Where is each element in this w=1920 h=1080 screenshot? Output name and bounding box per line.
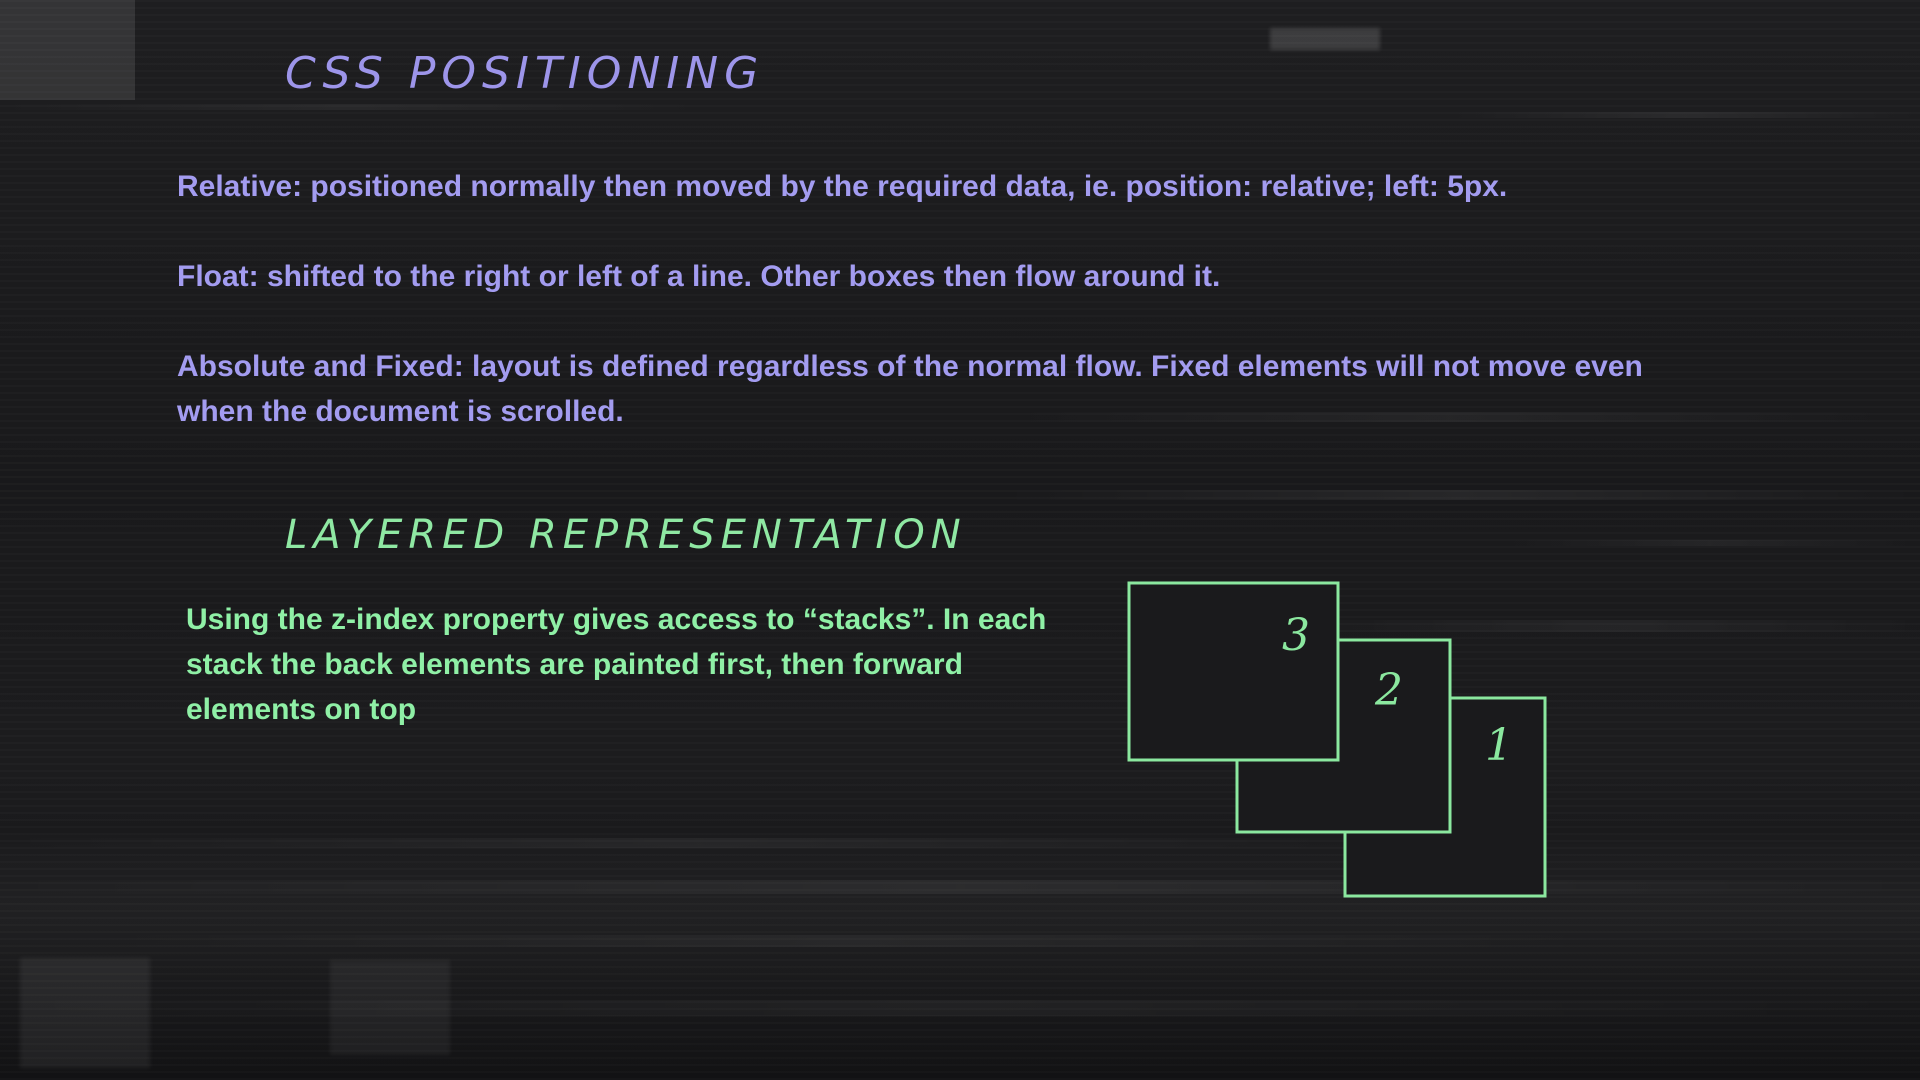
bg-streak <box>0 1000 1920 1016</box>
bg-streak <box>1450 112 1920 118</box>
box-label-front: 3 <box>1282 610 1310 661</box>
bg-block-bottom-mid <box>330 960 450 1055</box>
bg-streak <box>100 935 1600 947</box>
relative-positioning-text: Relative: positioned normally then moved… <box>177 170 1508 203</box>
bg-streak <box>1500 540 1920 546</box>
box-front: 3 <box>1127 581 1340 762</box>
slide-title: CSS POSITIONING <box>285 48 765 99</box>
layered-representation-heading: LAYERED REPRESENTATION <box>285 512 967 558</box>
box-label-middle: 2 <box>1374 665 1403 716</box>
z-index-explanation-text: Using the z-index property gives access … <box>186 603 1047 726</box>
bg-band-bottom <box>0 830 1920 1080</box>
bg-block-top-right <box>1270 28 1380 50</box>
bg-streak <box>0 104 700 110</box>
bg-streak <box>0 880 1920 894</box>
absolute-fixed-positioning-text: Absolute and Fixed: layout is defined re… <box>177 350 1643 428</box>
slide: CSS POSITIONING Relative: positioned nor… <box>0 0 1920 1080</box>
float-positioning-text: Float: shifted to the right or left of a… <box>177 260 1221 293</box>
box-label-back: 1 <box>1485 720 1513 771</box>
bg-streak <box>1000 490 1920 500</box>
bg-block-top-left <box>0 0 135 100</box>
stacked-boxes-diagram: 1 2 3 <box>1127 581 1547 898</box>
bg-block-bottom-left <box>20 958 150 1068</box>
